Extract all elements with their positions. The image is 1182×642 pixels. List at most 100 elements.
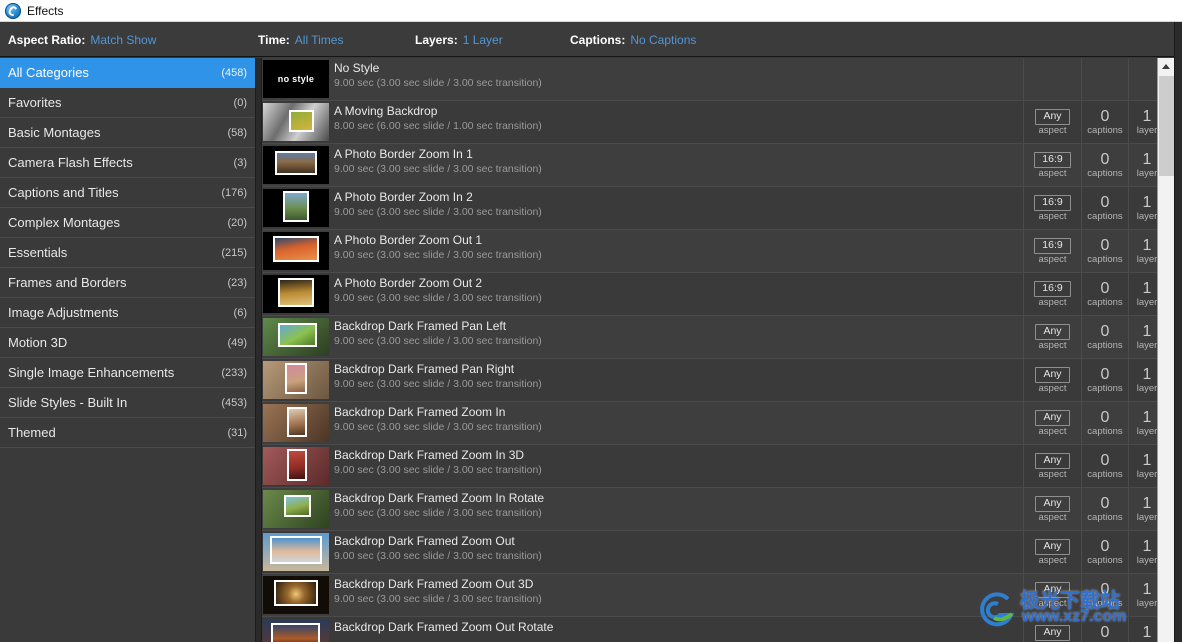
aspect-badge: 16:9 aspect — [1023, 144, 1081, 187]
filter-layers-value[interactable]: 1 Layer — [463, 33, 503, 47]
scrollbar-thumb[interactable] — [1159, 76, 1174, 176]
effect-name: Backdrop Dark Framed Zoom In Rotate — [334, 491, 545, 505]
filter-captions-value[interactable]: No Captions — [630, 33, 696, 47]
effect-row[interactable]: Backdrop Dark Framed Zoom Out 3D 9.00 sec… — [262, 574, 1165, 617]
sidebar-item-favorites[interactable]: Favorites (0) — [0, 88, 255, 118]
thumbnail-art — [263, 103, 329, 141]
captions-badge-count: 0 — [1100, 151, 1110, 168]
effect-row[interactable]: A Photo Border Zoom In 2 9.00 sec (3.00 s… — [262, 187, 1165, 230]
thumbnail-photo-frame — [286, 448, 307, 482]
aspect-badge-value: Any — [1035, 581, 1070, 598]
effect-thumbnail — [263, 447, 329, 485]
aspect-badge-label: aspect — [1038, 124, 1067, 136]
sidebar-item-themed[interactable]: Themed (31) — [0, 418, 255, 448]
scroll-up-button[interactable] — [1158, 58, 1174, 75]
sidebar-item-essentials[interactable]: Essentials (215) — [0, 238, 255, 268]
captions-badge-count: 0 — [1100, 280, 1110, 297]
filter-time[interactable]: Time: All Times — [258, 33, 343, 47]
effect-duration: 9.00 sec (3.00 sec slide / 3.00 sec tran… — [334, 77, 542, 89]
effect-row[interactable]: A Photo Border Zoom Out 1 9.00 sec (3.00 … — [262, 230, 1165, 273]
sidebar-item-count: (176) — [221, 186, 247, 199]
effect-row[interactable]: A Photo Border Zoom Out 2 9.00 sec (3.00 … — [262, 273, 1165, 316]
sidebar-item-slide-styles-built-in[interactable]: Slide Styles - Built In (453) — [0, 388, 255, 418]
effect-row[interactable]: Backdrop Dark Framed Zoom In 9.00 sec (3.… — [262, 402, 1165, 445]
effect-duration: 8.00 sec (6.00 sec slide / 1.00 sec tran… — [334, 120, 542, 132]
aspect-badge-value: Any — [1035, 409, 1070, 426]
captions-badge: 0captions — [1081, 402, 1128, 445]
effect-thumbnail — [263, 318, 329, 356]
sidebar-item-count: (58) — [227, 126, 247, 139]
sidebar-item-label: Favorites — [8, 95, 62, 110]
sidebar-item-image-adjustments[interactable]: Image Adjustments (6) — [0, 298, 255, 328]
aspect-badge-value: Any — [1035, 323, 1070, 340]
sidebar-item-complex-montages[interactable]: Complex Montages (20) — [0, 208, 255, 238]
effect-row[interactable]: A Moving Backdrop 8.00 sec (6.00 sec slid… — [262, 101, 1165, 144]
effect-badges: Anyaspect0captions1layer — [1023, 574, 1165, 617]
effect-thumbnail — [263, 232, 329, 270]
filter-layers[interactable]: Layers: 1 Layer — [415, 33, 503, 47]
effect-row[interactable]: Backdrop Dark Framed Zoom Out Rotate Anya… — [262, 617, 1165, 642]
thumbnail-art — [263, 619, 329, 642]
effect-duration: 9.00 sec (3.00 sec slide / 3.00 sec tran… — [334, 378, 542, 390]
aspect-badge-value: Any — [1035, 495, 1070, 512]
captions-badge-label: captions — [1087, 383, 1123, 394]
filter-layers-label: Layers: — [415, 33, 458, 47]
captions-badge: 0captions — [1081, 617, 1128, 642]
effect-name: Backdrop Dark Framed Zoom In — [334, 405, 506, 419]
layers-badge-label: layer — [1136, 598, 1158, 609]
sidebar-item-count: (0) — [233, 96, 247, 109]
captions-badge-count: 0 — [1100, 452, 1110, 469]
effect-badges: 16:9 aspect 0 captions 1 layer — [1023, 273, 1165, 316]
filter-aspect-ratio[interactable]: Aspect Ratio: Match Show — [8, 33, 156, 47]
aspect-badge: 16:9 aspect — [1023, 230, 1081, 273]
effect-duration: 9.00 sec (3.00 sec slide / 3.00 sec tran… — [334, 206, 542, 218]
sidebar-item-captions-and-titles[interactable]: Captions and Titles (176) — [0, 178, 255, 208]
layers-badge-label: layer — [1136, 555, 1158, 566]
effect-row[interactable]: Backdrop Dark Framed Zoom In 3D 9.00 sec … — [262, 445, 1165, 488]
filter-time-value[interactable]: All Times — [295, 33, 344, 47]
captions-badge-label: captions — [1087, 168, 1123, 179]
filter-aspect-ratio-label: Aspect Ratio: — [8, 33, 86, 47]
captions-badge-count: 0 — [1100, 624, 1110, 641]
effect-row[interactable]: Backdrop Dark Framed Zoom In Rotate 9.00 … — [262, 488, 1165, 531]
effect-row[interactable]: Backdrop Dark Framed Pan Right 9.00 sec (… — [262, 359, 1165, 402]
captions-badge-label: captions — [1087, 426, 1123, 437]
filter-time-label: Time: — [258, 33, 290, 47]
sidebar-item-single-image-enhancements[interactable]: Single Image Enhancements (233) — [0, 358, 255, 388]
filter-captions-label: Captions: — [570, 33, 626, 47]
effect-name: No Style — [334, 61, 380, 75]
thumbnail-photo-frame — [285, 363, 307, 395]
effect-row[interactable]: no style No Style 9.00 sec (3.00 sec slide… — [262, 58, 1165, 101]
effect-row[interactable]: Backdrop Dark Framed Pan Left 9.00 sec (3… — [262, 316, 1165, 359]
aspect-badge-label: aspect — [1038, 253, 1067, 265]
thumbnail-art — [263, 404, 329, 442]
captions-badge-count: 0 — [1100, 538, 1110, 555]
effect-thumbnail — [263, 189, 329, 227]
aspect-badge-value: Any — [1035, 108, 1070, 125]
aspect-badge-value: Any — [1035, 538, 1070, 555]
sidebar-item-frames-and-borders[interactable]: Frames and Borders (23) — [0, 268, 255, 298]
effect-thumbnail — [263, 490, 329, 528]
effect-name: A Photo Border Zoom In 1 — [334, 147, 473, 161]
aspect-badge-value: 16:9 — [1034, 194, 1071, 211]
thumbnail-art — [263, 232, 329, 270]
title-bar: Effects — [0, 0, 1182, 22]
effect-duration: 9.00 sec (3.00 sec slide / 3.00 sec tran… — [334, 550, 542, 562]
effect-duration: 9.00 sec (3.00 sec slide / 3.00 sec tran… — [334, 507, 542, 519]
effect-row[interactable]: Backdrop Dark Framed Zoom Out 9.00 sec (3… — [262, 531, 1165, 574]
sidebar-item-motion-3d[interactable]: Motion 3D (49) — [0, 328, 255, 358]
effect-badges: Anyaspect0captions1layer — [1023, 101, 1165, 144]
thumbnail-photo-frame — [286, 407, 307, 437]
effect-badges: Anyaspect0captions1layer — [1023, 402, 1165, 445]
sidebar-item-camera-flash-effects[interactable]: Camera Flash Effects (3) — [0, 148, 255, 178]
captions-badge-label: captions — [1087, 555, 1123, 566]
filter-captions[interactable]: Captions: No Captions — [570, 33, 696, 47]
effect-name: Backdrop Dark Framed Zoom Out Rotate — [334, 620, 554, 634]
sidebar-item-count: (458) — [221, 66, 247, 79]
list-scrollbar[interactable] — [1157, 58, 1174, 642]
filter-aspect-ratio-value[interactable]: Match Show — [90, 33, 156, 47]
sidebar-item-all-categories[interactable]: All Categories (458) — [0, 58, 255, 88]
effect-row[interactable]: A Photo Border Zoom In 1 9.00 sec (3.00 s… — [262, 144, 1165, 187]
captions-badge: 0captions — [1081, 359, 1128, 402]
sidebar-item-basic-montages[interactable]: Basic Montages (58) — [0, 118, 255, 148]
